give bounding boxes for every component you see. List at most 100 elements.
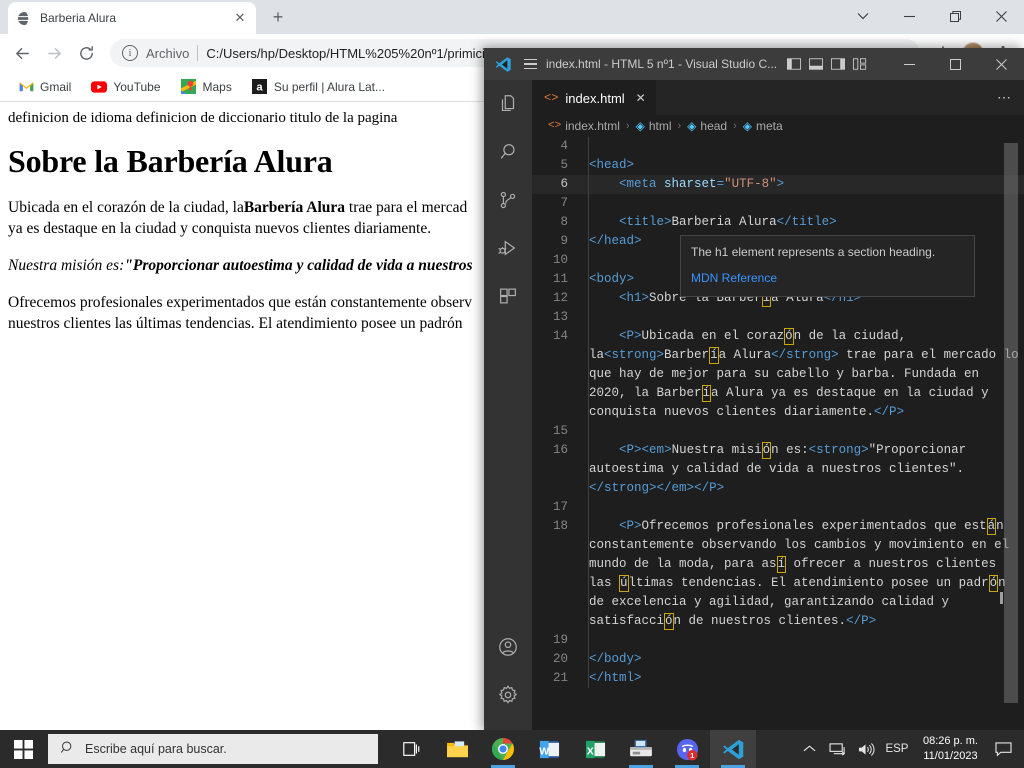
clock[interactable]: 08:26 p. m. 11/01/2023 (915, 730, 986, 768)
code-line[interactable]: 16 <P><em>Nuestra misión es:<strong>"Pro… (532, 441, 1024, 498)
editor-actions-more-icon[interactable]: ⋯ (997, 80, 1024, 115)
scrollbar-thumb[interactable] (1004, 143, 1018, 703)
bookmark-youtube[interactable]: YouTube (83, 76, 168, 98)
manage-settings-icon[interactable] (484, 671, 532, 719)
bookmark-gmail[interactable]: Gmail (10, 76, 79, 98)
search-input[interactable]: Escribe aquí para buscar. (48, 734, 378, 764)
code-line[interactable]: 17 (532, 498, 1024, 517)
network-icon[interactable] (825, 730, 851, 768)
reload-button[interactable] (72, 39, 100, 67)
breadcrumb-separator: › (733, 120, 737, 132)
extensions-icon[interactable] (484, 272, 532, 320)
code-line[interactable]: 21 </html> (532, 669, 1024, 688)
paragraph-1-text-a: Ubicada en el corazón de la ciudad, la (8, 199, 244, 216)
line-number: 15 (552, 424, 568, 438)
search-icon[interactable] (484, 128, 532, 176)
toggle-secondary-sidebar-icon[interactable] (829, 55, 847, 73)
vscode-layout-controls (785, 55, 869, 73)
code-line[interactable]: 8 <title>Barberia Alura</title> (532, 213, 1024, 232)
breadcrumb-label: html (648, 119, 672, 133)
code-line[interactable]: 13 (532, 308, 1024, 327)
globe-icon (16, 10, 32, 26)
notification-icon[interactable] (988, 730, 1018, 768)
task-view-icon[interactable] (388, 730, 434, 768)
chrome-close-button[interactable] (978, 0, 1024, 32)
chrome-restore-button[interactable] (932, 0, 978, 32)
line-number: 7 (560, 196, 568, 210)
code-line[interactable]: 4 (532, 137, 1024, 156)
breadcrumb-item-meta[interactable]: ◈ meta (743, 119, 783, 133)
maps-icon (181, 79, 197, 95)
code-lines-container[interactable]: 4 5 <head> 6 <meta sharset="UTF-8"> 7 8 <ti… (532, 137, 1024, 733)
excel-icon[interactable]: X (572, 730, 618, 768)
code-line[interactable]: 7 (532, 194, 1024, 213)
back-button[interactable] (8, 39, 36, 67)
bookmark-label: Gmail (40, 79, 72, 94)
line-number: 16 (552, 443, 568, 457)
html5-icon: <> (548, 120, 562, 132)
vscode-icon[interactable] (710, 730, 756, 768)
vscode-close-button[interactable] (978, 48, 1024, 80)
line-number: 14 (552, 329, 568, 343)
line-number: 5 (560, 158, 568, 172)
code-line[interactable]: 19 (532, 631, 1024, 650)
code-line[interactable]: 14 <P>Ubicada en el corazón de la ciudad… (532, 327, 1024, 422)
chrome-window-controls (840, 0, 1024, 32)
new-tab-button[interactable]: + (264, 3, 292, 31)
chrome-tab-search-button[interactable] (840, 0, 886, 32)
line-number: 12 (552, 291, 568, 305)
vscode-minimize-button[interactable] (886, 48, 932, 80)
language-indicator[interactable]: ESP (881, 730, 913, 768)
forward-button[interactable] (40, 39, 68, 67)
bookmark-maps[interactable]: Maps (173, 76, 240, 98)
svg-text:1: 1 (690, 751, 695, 760)
word-icon[interactable]: W (526, 730, 572, 768)
vscode-menu-icon[interactable] (516, 50, 544, 78)
breadcrumb-item-html[interactable]: ◈ html (636, 119, 672, 133)
vscode-maximize-button[interactable] (932, 48, 978, 80)
chrome-minimize-button[interactable] (886, 0, 932, 32)
volume-icon[interactable] (853, 730, 879, 768)
mdn-reference-link[interactable]: MDN Reference (691, 270, 964, 287)
breadcrumb-item-file[interactable]: <> index.html (548, 119, 620, 133)
code-line[interactable]: 15 (532, 422, 1024, 441)
breadcrumb-separator: › (625, 120, 630, 132)
bookmark-label: Su perfil | Alura Lat... (273, 79, 386, 94)
explorer-icon[interactable] (484, 80, 532, 128)
code-text: <head> (589, 158, 635, 172)
code-line[interactable]: 20 </body> (532, 650, 1024, 669)
editor-tab-index-html[interactable]: <> index.html ✕ (532, 80, 657, 115)
code-line[interactable]: 6 <meta sharset="UTF-8"> (532, 175, 1024, 194)
breadcrumb-item-head[interactable]: ◈ head (687, 119, 727, 133)
start-button[interactable] (0, 730, 46, 768)
show-hidden-icons-chevron-icon[interactable] (797, 730, 823, 768)
toggle-primary-sidebar-icon[interactable] (785, 55, 803, 73)
account-icon[interactable] (484, 623, 532, 671)
customize-layout-icon[interactable] (851, 55, 869, 73)
code-line[interactable]: 18 <P>Ofrecemos profesionales experiment… (532, 517, 1024, 631)
close-icon[interactable]: ✕ (636, 91, 646, 105)
site-info-icon[interactable]: i (122, 45, 138, 61)
symbol-cube-icon: ◈ (635, 119, 645, 133)
browser-tab[interactable]: Barberia Alura ✕ (8, 2, 256, 34)
chrome-icon[interactable] (480, 730, 526, 768)
bookmark-alura[interactable]: a Su perfil | Alura Lat... (244, 76, 393, 98)
windows-taskbar: Escribe aquí para buscar. W X 1 ESP 08:2… (0, 730, 1024, 768)
run-and-debug-icon[interactable] (484, 224, 532, 272)
toggle-panel-icon[interactable] (807, 55, 825, 73)
source-control-icon[interactable] (484, 176, 532, 224)
close-icon[interactable]: ✕ (232, 10, 248, 26)
taskbar-app-buttons: W X 1 (388, 730, 756, 768)
code-editor[interactable]: 4 5 <head> 6 <meta sharset="UTF-8"> 7 8 <ti… (532, 137, 1024, 733)
scanner-icon[interactable] (618, 730, 664, 768)
file-explorer-icon[interactable] (434, 730, 480, 768)
editor-tab-label: index.html (565, 90, 625, 106)
ambiguous-character: á (986, 518, 997, 535)
editor-scrollbar[interactable] (1000, 137, 1018, 733)
svg-text:a: a (257, 82, 264, 94)
code-text: <P>Ubicada en el corazón de la ciudad, l… (589, 328, 1019, 419)
discord-icon[interactable]: 1 (664, 730, 710, 768)
code-line[interactable]: 5 <head> (532, 156, 1024, 175)
